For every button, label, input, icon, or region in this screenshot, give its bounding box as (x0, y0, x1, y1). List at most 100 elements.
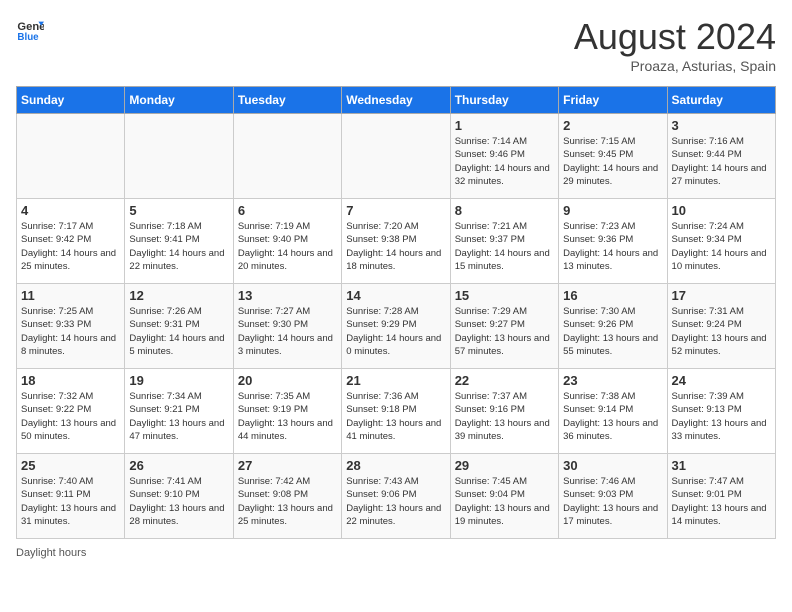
day-info: Sunrise: 7:38 AM Sunset: 9:14 PM Dayligh… (563, 390, 662, 443)
calendar-cell (125, 114, 233, 199)
calendar-cell: 22 Sunrise: 7:37 AM Sunset: 9:16 PM Dayli… (450, 369, 558, 454)
day-number: 7 (346, 203, 445, 218)
day-info: Sunrise: 7:31 AM Sunset: 9:24 PM Dayligh… (672, 305, 771, 358)
day-info: Sunrise: 7:23 AM Sunset: 9:36 PM Dayligh… (563, 220, 662, 273)
day-number: 31 (672, 458, 771, 473)
calendar-cell: 11 Sunrise: 7:25 AM Sunset: 9:33 PM Dayli… (17, 284, 125, 369)
day-number: 17 (672, 288, 771, 303)
day-number: 1 (455, 118, 554, 133)
calendar-cell: 3 Sunrise: 7:16 AM Sunset: 9:44 PM Daylig… (667, 114, 775, 199)
day-info: Sunrise: 7:34 AM Sunset: 9:21 PM Dayligh… (129, 390, 228, 443)
day-info: Sunrise: 7:46 AM Sunset: 9:03 PM Dayligh… (563, 475, 662, 528)
calendar-body: 1 Sunrise: 7:14 AM Sunset: 9:46 PM Daylig… (17, 114, 776, 539)
day-info: Sunrise: 7:37 AM Sunset: 9:16 PM Dayligh… (455, 390, 554, 443)
day-number: 22 (455, 373, 554, 388)
day-number: 11 (21, 288, 120, 303)
daylight-label: Daylight hours (16, 547, 86, 559)
calendar-cell: 7 Sunrise: 7:20 AM Sunset: 9:38 PM Daylig… (342, 199, 450, 284)
header-cell: Thursday (450, 87, 558, 114)
calendar-cell (17, 114, 125, 199)
day-number: 28 (346, 458, 445, 473)
day-info: Sunrise: 7:15 AM Sunset: 9:45 PM Dayligh… (563, 135, 662, 188)
header-cell: Saturday (667, 87, 775, 114)
calendar-cell: 24 Sunrise: 7:39 AM Sunset: 9:13 PM Dayli… (667, 369, 775, 454)
header-cell: Sunday (17, 87, 125, 114)
calendar-cell: 23 Sunrise: 7:38 AM Sunset: 9:14 PM Dayli… (559, 369, 667, 454)
logo: General Blue (16, 16, 44, 44)
calendar-cell: 5 Sunrise: 7:18 AM Sunset: 9:41 PM Daylig… (125, 199, 233, 284)
calendar-cell: 18Sunrise: 7:32 AM Sunset: 9:22 PM Dayli… (17, 369, 125, 454)
page-title: August 2024 (574, 16, 776, 58)
day-info: Sunrise: 7:47 AM Sunset: 9:01 PM Dayligh… (672, 475, 771, 528)
calendar-cell: 17 Sunrise: 7:31 AM Sunset: 9:24 PM Dayli… (667, 284, 775, 369)
day-info: Sunrise: 7:16 AM Sunset: 9:44 PM Dayligh… (672, 135, 771, 188)
day-number: 18 (21, 373, 120, 388)
calendar-cell: 8Sunrise: 7:21 AM Sunset: 9:37 PM Daylig… (450, 199, 558, 284)
day-number: 8 (455, 203, 554, 218)
day-number: 5 (129, 203, 228, 218)
calendar-week-row: 4Sunrise: 7:17 AM Sunset: 9:42 PM Daylig… (17, 199, 776, 284)
day-info: Sunrise: 7:28 AM Sunset: 9:29 PM Dayligh… (346, 305, 445, 358)
day-number: 10 (672, 203, 771, 218)
day-info: Sunrise: 7:43 AM Sunset: 9:06 PM Dayligh… (346, 475, 445, 528)
day-info: Sunrise: 7:42 AM Sunset: 9:08 PM Dayligh… (238, 475, 337, 528)
calendar-cell: 9 Sunrise: 7:23 AM Sunset: 9:36 PM Daylig… (559, 199, 667, 284)
page-subtitle: Proaza, Asturias, Spain (574, 58, 776, 74)
day-number: 6 (238, 203, 337, 218)
calendar-cell: 2 Sunrise: 7:15 AM Sunset: 9:45 PM Daylig… (559, 114, 667, 199)
calendar-week-row: 18Sunrise: 7:32 AM Sunset: 9:22 PM Dayli… (17, 369, 776, 454)
day-info: Sunrise: 7:36 AM Sunset: 9:18 PM Dayligh… (346, 390, 445, 443)
day-info: Sunrise: 7:29 AM Sunset: 9:27 PM Dayligh… (455, 305, 554, 358)
day-number: 12 (129, 288, 228, 303)
day-number: 21 (346, 373, 445, 388)
calendar-cell: 31 Sunrise: 7:47 AM Sunset: 9:01 PM Dayli… (667, 454, 775, 539)
calendar-cell: 19 Sunrise: 7:34 AM Sunset: 9:21 PM Dayli… (125, 369, 233, 454)
day-info: Sunrise: 7:26 AM Sunset: 9:31 PM Dayligh… (129, 305, 228, 358)
calendar-cell: 16Sunrise: 7:30 AM Sunset: 9:26 PM Dayli… (559, 284, 667, 369)
header-cell: Wednesday (342, 87, 450, 114)
day-info: Sunrise: 7:40 AM Sunset: 9:11 PM Dayligh… (21, 475, 120, 528)
day-number: 30 (563, 458, 662, 473)
day-number: 15 (455, 288, 554, 303)
calendar-cell: 10Sunrise: 7:24 AM Sunset: 9:34 PM Dayli… (667, 199, 775, 284)
calendar-cell: 13Sunrise: 7:27 AM Sunset: 9:30 PM Dayli… (233, 284, 341, 369)
header-row: SundayMondayTuesdayWednesdayThursdayFrid… (17, 87, 776, 114)
calendar-cell: 25 Sunrise: 7:40 AM Sunset: 9:11 PM Dayli… (17, 454, 125, 539)
calendar-cell: 27 Sunrise: 7:42 AM Sunset: 9:08 PM Dayli… (233, 454, 341, 539)
day-number: 23 (563, 373, 662, 388)
header-cell: Monday (125, 87, 233, 114)
header-cell: Tuesday (233, 87, 341, 114)
calendar-cell: 1 Sunrise: 7:14 AM Sunset: 9:46 PM Daylig… (450, 114, 558, 199)
calendar-table: SundayMondayTuesdayWednesdayThursdayFrid… (16, 86, 776, 539)
calendar-cell: 29 Sunrise: 7:45 AM Sunset: 9:04 PM Dayli… (450, 454, 558, 539)
day-number: 16 (563, 288, 662, 303)
day-number: 29 (455, 458, 554, 473)
calendar-cell: 26Sunrise: 7:41 AM Sunset: 9:10 PM Dayli… (125, 454, 233, 539)
day-number: 9 (563, 203, 662, 218)
calendar-cell: 20Sunrise: 7:35 AM Sunset: 9:19 PM Dayli… (233, 369, 341, 454)
day-info: Sunrise: 7:25 AM Sunset: 9:33 PM Dayligh… (21, 305, 120, 358)
day-info: Sunrise: 7:20 AM Sunset: 9:38 PM Dayligh… (346, 220, 445, 273)
calendar-cell: 12 Sunrise: 7:26 AM Sunset: 9:31 PM Dayli… (125, 284, 233, 369)
day-info: Sunrise: 7:18 AM Sunset: 9:41 PM Dayligh… (129, 220, 228, 273)
day-number: 20 (238, 373, 337, 388)
header-cell: Friday (559, 87, 667, 114)
day-number: 19 (129, 373, 228, 388)
calendar-cell: 14Sunrise: 7:28 AM Sunset: 9:29 PM Dayli… (342, 284, 450, 369)
day-number: 13 (238, 288, 337, 303)
day-info: Sunrise: 7:39 AM Sunset: 9:13 PM Dayligh… (672, 390, 771, 443)
day-number: 3 (672, 118, 771, 133)
calendar-cell: 4Sunrise: 7:17 AM Sunset: 9:42 PM Daylig… (17, 199, 125, 284)
day-number: 2 (563, 118, 662, 133)
day-info: Sunrise: 7:45 AM Sunset: 9:04 PM Dayligh… (455, 475, 554, 528)
day-number: 25 (21, 458, 120, 473)
day-number: 27 (238, 458, 337, 473)
day-number: 4 (21, 203, 120, 218)
day-number: 24 (672, 373, 771, 388)
footer: Daylight hours (16, 547, 776, 559)
calendar-cell: 21 Sunrise: 7:36 AM Sunset: 9:18 PM Dayli… (342, 369, 450, 454)
calendar-week-row: 1 Sunrise: 7:14 AM Sunset: 9:46 PM Daylig… (17, 114, 776, 199)
day-info: Sunrise: 7:14 AM Sunset: 9:46 PM Dayligh… (455, 135, 554, 188)
title-block: August 2024 Proaza, Asturias, Spain (574, 16, 776, 74)
page-header: General Blue August 2024 Proaza, Asturia… (16, 16, 776, 74)
